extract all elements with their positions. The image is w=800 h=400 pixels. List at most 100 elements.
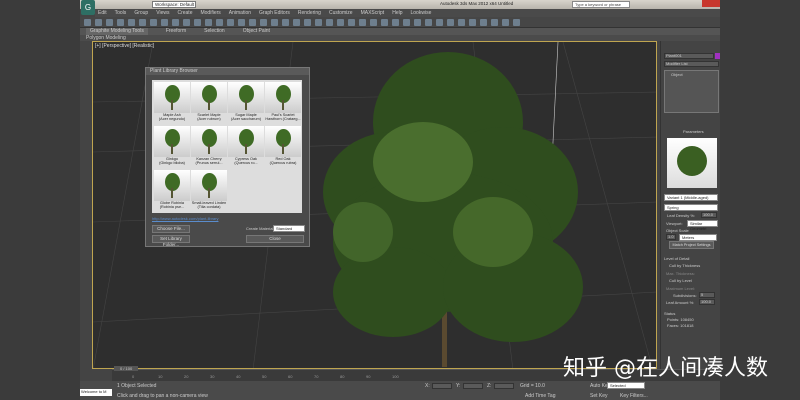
toolbar-tool-icon[interactable]: [249, 19, 256, 26]
toolbar-tool-icon[interactable]: [469, 19, 476, 26]
plant-item[interactable]: Scarlet Maple (Acer rubrum): [191, 82, 227, 125]
toolbar-tool-icon[interactable]: [172, 19, 179, 26]
leaf-density-spinner[interactable]: 100.0: [701, 212, 717, 218]
plant-item[interactable]: Kanzan Cherry (Prunus serrul...: [191, 126, 227, 169]
plant-item[interactable]: Red Oak (Quercus rubra): [265, 126, 301, 169]
object-color-swatch[interactable]: [715, 53, 720, 59]
time-slider[interactable]: 0 / 100: [114, 366, 139, 371]
toolbar-tool-icon[interactable]: [436, 19, 443, 26]
toolbar-tool-icon[interactable]: [513, 19, 520, 26]
scale-unit-select[interactable]: Meters: [679, 234, 717, 241]
toolbar-tool-icon[interactable]: [194, 19, 201, 26]
plant-item[interactable]: Cypress Oak (Quercus ro...: [228, 126, 264, 169]
menu-maxscript[interactable]: MAXScript: [361, 9, 385, 17]
close-button[interactable]: [702, 0, 720, 7]
perspective-viewport[interactable]: [+] [Perspective] [Realistic] Plant Libr…: [92, 41, 657, 369]
plant-item[interactable]: Maple Ash (Acer negundo): [154, 82, 190, 125]
toolbar-tool-icon[interactable]: [106, 19, 113, 26]
toolbar-tool-icon[interactable]: [326, 19, 333, 26]
toolbar-tool-icon[interactable]: [128, 19, 135, 26]
menu-create[interactable]: Create: [177, 9, 192, 17]
toolbar-tool-icon[interactable]: [304, 19, 311, 26]
z-coord-field[interactable]: [494, 383, 514, 389]
key-mode-select[interactable]: Selected: [607, 382, 645, 389]
toolbar-tool-icon[interactable]: [392, 19, 399, 26]
toolbar-tool-icon[interactable]: [282, 19, 289, 26]
menu-lookwise[interactable]: Lookwise: [411, 9, 432, 17]
x-coord-field[interactable]: [432, 383, 452, 389]
toolbar-tool-icon[interactable]: [293, 19, 300, 26]
leaf-amount-spinner[interactable]: 100.0: [699, 299, 715, 305]
tab-graphite[interactable]: Graphite Modeling Tools: [86, 28, 148, 35]
toolbar-tool-icon[interactable]: [458, 19, 465, 26]
set-library-folder-button[interactable]: Set Library Folder...: [152, 235, 190, 247]
workspace-dropdown[interactable]: Workspace: Default: [152, 1, 196, 8]
toolbar-tool-icon[interactable]: [117, 19, 124, 26]
close-dialog-button[interactable]: Close: [246, 235, 304, 243]
plant-item[interactable]: Small-leaved Linden (Tilia cordata): [191, 170, 227, 213]
cull-level-checkbox[interactable]: Cull by Level: [669, 278, 692, 283]
match-project-settings-button[interactable]: Match Project Settings: [669, 241, 714, 249]
toolbar-tool-icon[interactable]: [205, 19, 212, 26]
material-select[interactable]: Standard: [273, 225, 305, 232]
parameters-rollout[interactable]: Parameters: [683, 129, 704, 134]
toolbar-tool-icon[interactable]: [502, 19, 509, 26]
plant-item[interactable]: Sugar Maple (Acer saccharum): [228, 82, 264, 125]
toolbar-tool-icon[interactable]: [480, 19, 487, 26]
subdivisions-spinner[interactable]: 5: [699, 292, 715, 298]
menu-edit[interactable]: Edit: [98, 9, 107, 17]
toolbar-tool-icon[interactable]: [227, 19, 234, 26]
key-filters-button[interactable]: Key Filters...: [620, 393, 648, 399]
toolbar-tool-icon[interactable]: [447, 19, 454, 26]
tab-selection[interactable]: Selection: [204, 28, 225, 35]
menu-help[interactable]: Help: [392, 9, 402, 17]
plant-item[interactable]: Globe Robinia (Robinia pse...: [154, 170, 190, 213]
toolbar-tool-icon[interactable]: [337, 19, 344, 26]
menu-views[interactable]: Views: [156, 9, 169, 17]
modifier-list-dropdown[interactable]: Modifier List: [664, 61, 719, 67]
toolbar-tool-icon[interactable]: [370, 19, 377, 26]
tab-freeform[interactable]: Freeform: [166, 28, 186, 35]
toolbar-tool-icon[interactable]: [359, 19, 366, 26]
search-input[interactable]: Type a keyword or phrase: [572, 1, 630, 8]
toolbar-tool-icon[interactable]: [381, 19, 388, 26]
toolbar-tool-icon[interactable]: [139, 19, 146, 26]
season-select[interactable]: Spring: [664, 204, 718, 211]
toolbar-tool-icon[interactable]: [260, 19, 267, 26]
menu-tools[interactable]: Tools: [115, 9, 127, 17]
toolbar-tool-icon[interactable]: [84, 19, 91, 26]
toolbar-tool-icon[interactable]: [161, 19, 168, 26]
menu-group[interactable]: Group: [134, 9, 148, 17]
plant-item[interactable]: Paul's Scarlet Hawthorn (Crataeg...: [265, 82, 301, 125]
choose-file-button[interactable]: Choose File...: [152, 225, 190, 233]
y-coord-field[interactable]: [463, 383, 483, 389]
menu-customize[interactable]: Customize: [329, 9, 353, 17]
toolbar-tool-icon[interactable]: [348, 19, 355, 26]
toolbar-tool-icon[interactable]: [414, 19, 421, 26]
tab-object-paint[interactable]: Object Paint: [243, 28, 270, 35]
library-link[interactable]: http://www.autodesk.com/plant-library: [152, 216, 218, 221]
maxscript-listener[interactable]: Welcome to M: [80, 389, 112, 396]
stack-item-object[interactable]: Object: [665, 71, 718, 78]
toolbar-tool-icon[interactable]: [271, 19, 278, 26]
plant-item[interactable]: Ginkgo (Ginkgo biloba): [154, 126, 190, 169]
cull-thickness-checkbox[interactable]: Cull by Thickness: [669, 263, 700, 268]
add-time-tag-button[interactable]: Add Time Tag: [525, 393, 555, 399]
toolbar-tool-icon[interactable]: [216, 19, 223, 26]
menu-rendering[interactable]: Rendering: [298, 9, 321, 17]
set-key-button[interactable]: Set Key: [590, 393, 608, 399]
toolbar-tool-icon[interactable]: [238, 19, 245, 26]
viewport-label[interactable]: [+] [Perspective] [Realistic]: [95, 43, 154, 49]
app-logo-icon[interactable]: G: [81, 0, 95, 15]
toolbar-tool-icon[interactable]: [315, 19, 322, 26]
scale-value-field[interactable]: 1.0: [666, 234, 676, 240]
toolbar-tool-icon[interactable]: [95, 19, 102, 26]
toolbar-tool-icon[interactable]: [150, 19, 157, 26]
toolbar-tool-icon[interactable]: [403, 19, 410, 26]
viewport-mode-select[interactable]: Similar Geometri: [687, 220, 718, 231]
menu-graph-editors[interactable]: Graph Editors: [259, 9, 290, 17]
menu-modifiers[interactable]: Modifiers: [200, 9, 220, 17]
toolbar-tool-icon[interactable]: [425, 19, 432, 26]
toolbar-tool-icon[interactable]: [491, 19, 498, 26]
toolbar-tool-icon[interactable]: [183, 19, 190, 26]
